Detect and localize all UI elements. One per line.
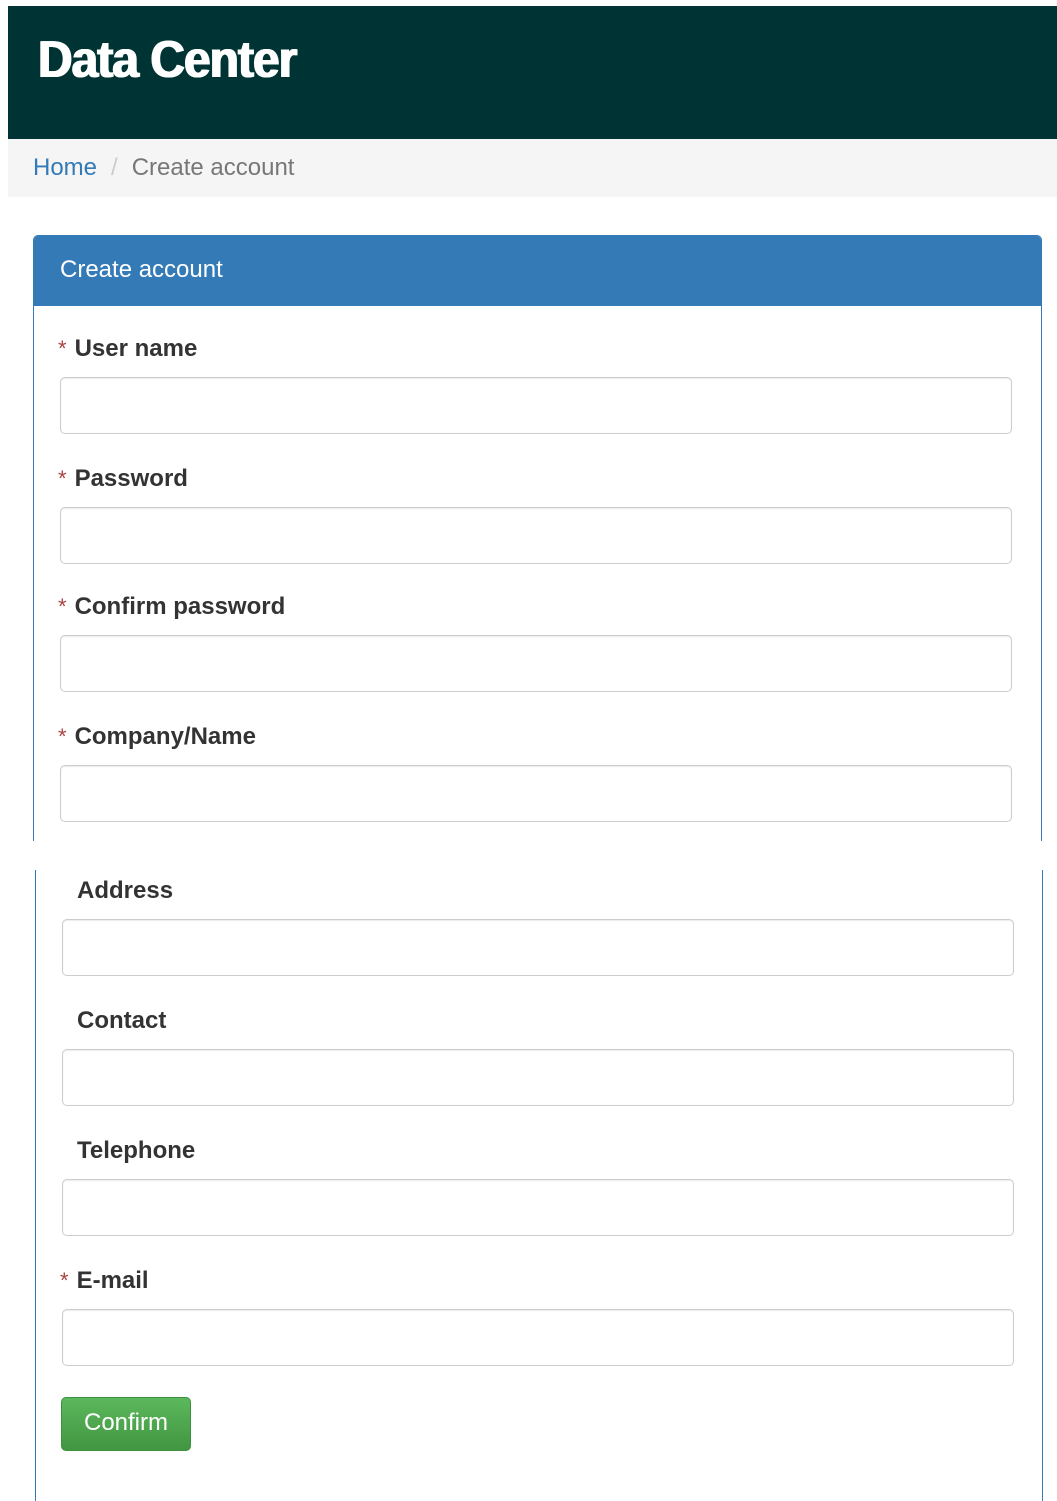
required-marker: * — [58, 336, 67, 361]
required-marker: * — [58, 594, 67, 619]
top-header: Data Center — [8, 6, 1057, 139]
password-label: * Password — [58, 465, 188, 492]
username-label: * User name — [58, 335, 198, 362]
telephone-label: Telephone — [77, 1137, 196, 1164]
company-name-label: * Company/Name — [58, 723, 256, 750]
create-account-page: Data Center Home / Create account Create… — [0, 0, 1057, 1501]
telephone-input[interactable] — [62, 1179, 1014, 1236]
brand-logo: Data Center — [38, 31, 297, 89]
address-input[interactable] — [62, 919, 1014, 976]
confirm-password-label: * Confirm password — [58, 593, 286, 620]
username-input[interactable] — [60, 377, 1012, 434]
confirm-button[interactable]: Confirm — [61, 1397, 191, 1451]
required-marker: * — [58, 466, 67, 491]
required-marker: * — [58, 724, 67, 749]
breadcrumb-separator: / — [111, 154, 118, 181]
breadcrumb: Home / Create account — [8, 139, 1057, 197]
email-input[interactable] — [62, 1309, 1014, 1366]
contact-input[interactable] — [62, 1049, 1014, 1106]
required-marker: * — [60, 1268, 69, 1293]
breadcrumb-current: Create account — [131, 154, 295, 181]
confirm-password-input[interactable] — [60, 635, 1012, 692]
panel-heading: Create account — [34, 236, 1041, 306]
address-label: Address — [77, 877, 174, 904]
contact-label: Contact — [77, 1007, 167, 1034]
password-input[interactable] — [60, 507, 1012, 564]
email-label: * E-mail — [60, 1267, 149, 1294]
company-name-input[interactable] — [60, 765, 1012, 822]
breadcrumb-home-link[interactable]: Home — [33, 154, 97, 182]
